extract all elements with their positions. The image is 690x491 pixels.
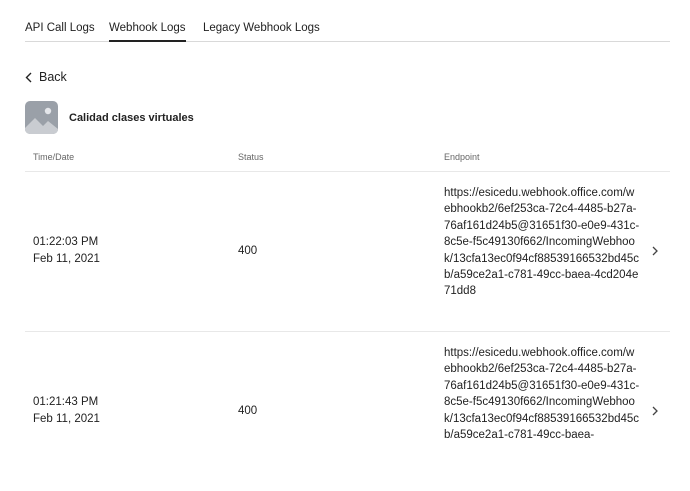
status-cell: 400 <box>238 245 258 257</box>
chevron-right-icon[interactable] <box>652 246 658 256</box>
tab-webhook-logs[interactable]: Webhook Logs <box>109 20 186 42</box>
tab-bar: API Call Logs Webhook Logs Legacy Webhoo… <box>25 0 670 42</box>
tab-api-call-logs[interactable]: API Call Logs <box>25 20 95 40</box>
column-header-time: Time/Date <box>33 152 75 162</box>
app-name: Calidad clases virtuales <box>69 111 194 124</box>
back-button[interactable]: Back <box>25 68 67 86</box>
time-text: 01:21:43 PM <box>33 396 99 408</box>
back-label: Back <box>39 70 67 84</box>
column-header-status: Status <box>238 152 264 162</box>
endpoint-cell: https://esicedu.webhook.office.com/webho… <box>444 187 640 298</box>
time-text: 01:22:03 PM <box>33 236 99 248</box>
table-row[interactable]: 01:21:43 PM Feb 11, 2021 400 https://esi… <box>25 331 670 491</box>
app-header: Calidad clases virtuales <box>25 101 194 134</box>
date-text: Feb 11, 2021 <box>33 253 100 265</box>
status-cell: 400 <box>238 405 258 417</box>
date-text: Feb 11, 2021 <box>33 413 100 425</box>
time-cell: 01:21:43 PM Feb 11, 2021 <box>33 331 100 491</box>
table-row[interactable]: 01:22:03 PM Feb 11, 2021 400 https://esi… <box>25 171 670 331</box>
tab-legacy-webhook-logs[interactable]: Legacy Webhook Logs <box>203 20 320 40</box>
endpoint-cell: https://esicedu.webhook.office.com/webho… <box>444 347 640 442</box>
column-header-endpoint: Endpoint <box>444 152 480 162</box>
image-placeholder-icon <box>25 101 58 134</box>
time-cell: 01:22:03 PM Feb 11, 2021 <box>33 171 100 331</box>
chevron-left-icon <box>25 72 32 82</box>
chevron-right-icon[interactable] <box>652 406 658 416</box>
